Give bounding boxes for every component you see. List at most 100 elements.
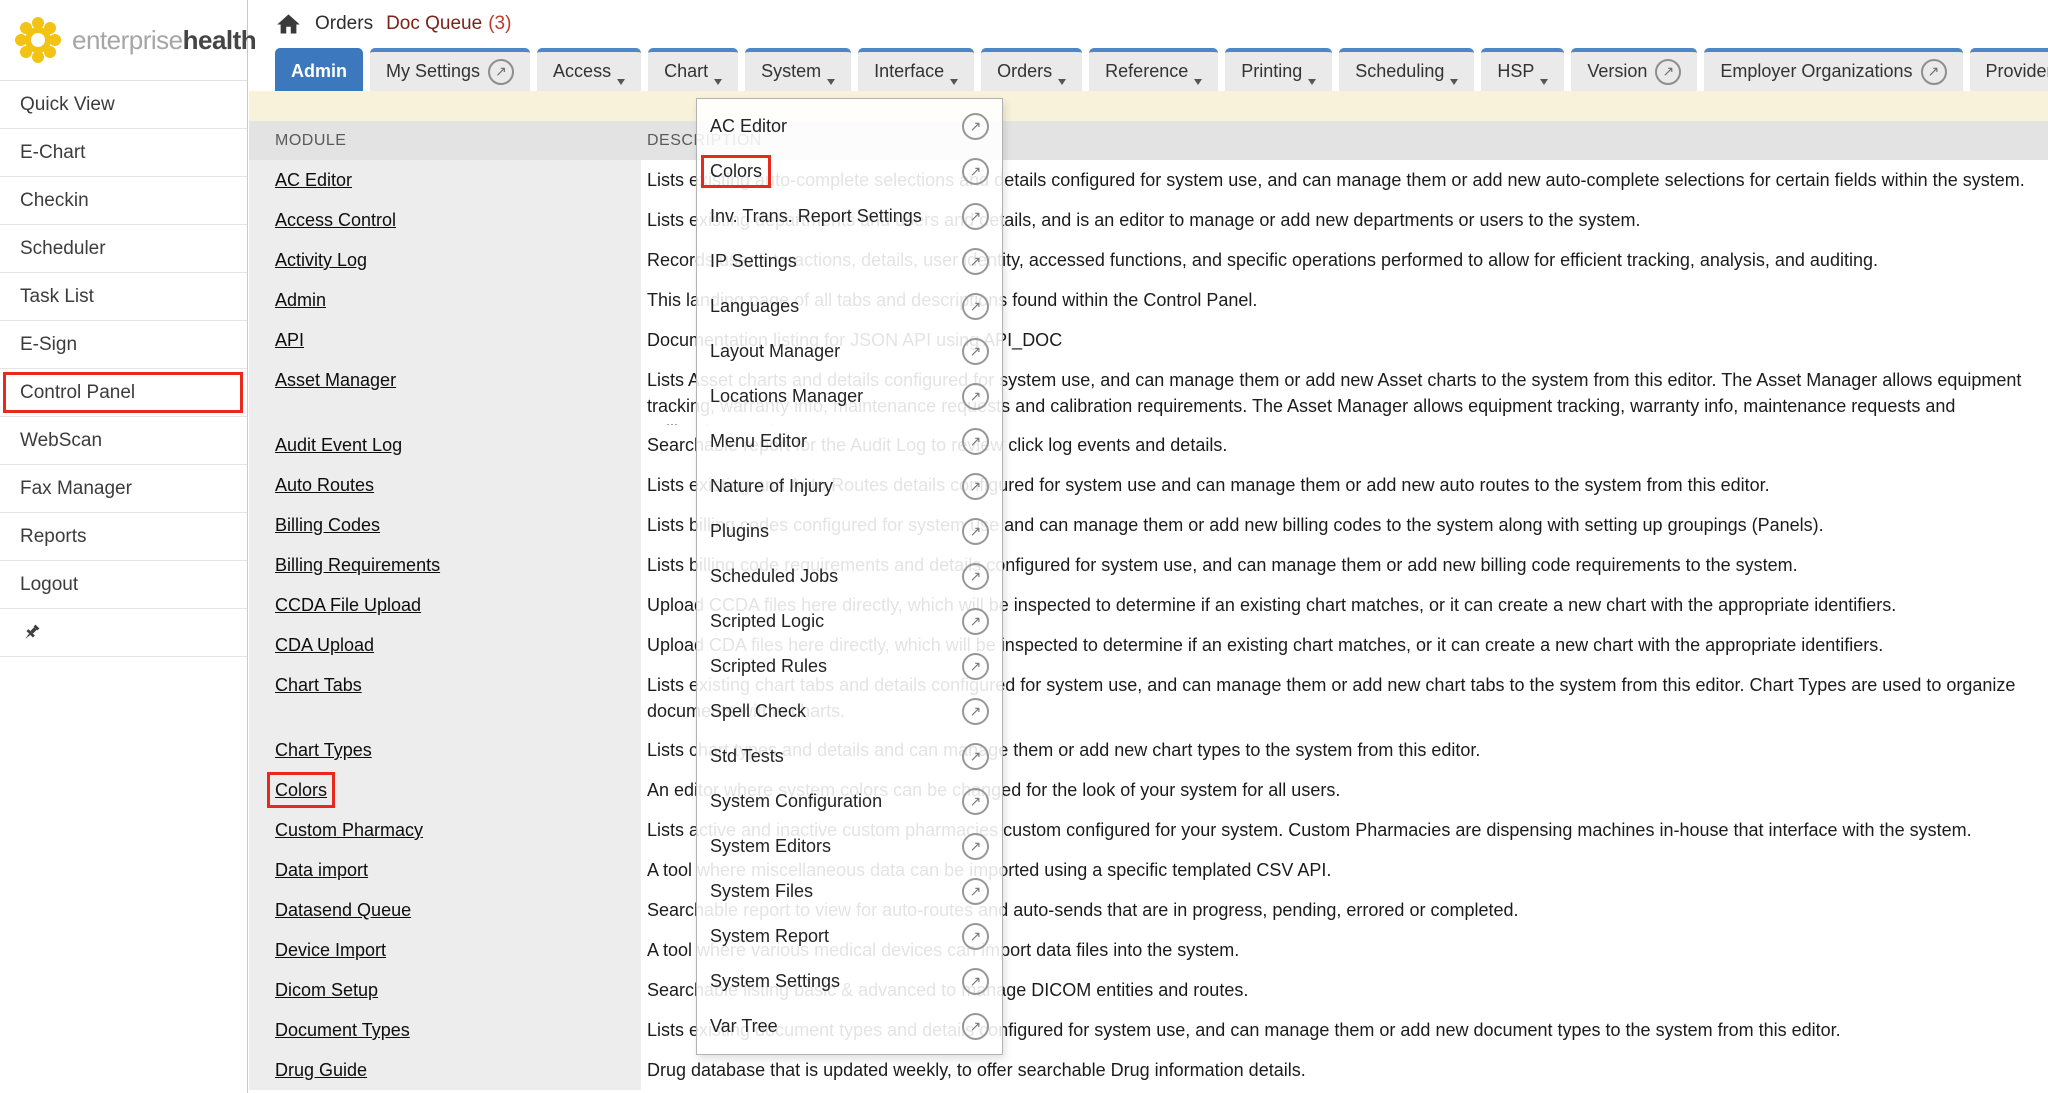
menu-item-system-files[interactable]: System Files ↗ [697,869,1002,914]
menu-item-spell-check[interactable]: Spell Check ↗ [697,689,1002,734]
module-link[interactable]: CCDA File Upload [275,592,421,618]
sidebar-item-scheduler[interactable]: Scheduler [0,225,247,273]
menu-item-scripted-rules[interactable]: Scripted Rules ↗ [697,644,1002,689]
menu-item-system-report[interactable]: System Report ↗ [697,914,1002,959]
external-link-icon[interactable]: ↗ [962,563,989,590]
menu-item-system-settings[interactable]: System Settings ↗ [697,959,1002,1004]
tab-admin[interactable]: Admin ↗ [275,48,363,91]
module-link[interactable]: Drug Guide [275,1057,367,1083]
tab-system[interactable]: System ↗ [745,48,851,91]
menu-item-nature-of-injury[interactable]: Nature of Injury ↗ [697,464,1002,509]
system-dropdown-menu: AC Editor ↗ Colors ↗ Inv. Trans. Report … [696,98,1003,1055]
menu-item-system-editors[interactable]: System Editors ↗ [697,824,1002,869]
sidebar-item-webscan[interactable]: WebScan [0,417,247,465]
module-link[interactable]: Billing Requirements [275,552,440,578]
home-icon[interactable] [275,11,302,38]
menu-item-colors[interactable]: Colors ↗ [697,149,1002,194]
pin-row[interactable] [0,609,247,657]
external-link-icon[interactable]: ↗ [1921,59,1947,85]
menu-item-scheduled-jobs[interactable]: Scheduled Jobs ↗ [697,554,1002,599]
sidebar-item-reports[interactable]: Reports [0,513,247,561]
module-link[interactable]: API [275,327,304,353]
sidebar-item-checkin[interactable]: Checkin [0,177,247,225]
tab-chart[interactable]: Chart ↗ [648,48,738,91]
external-link-icon[interactable]: ↗ [962,788,989,815]
external-link-icon[interactable]: ↗ [962,383,989,410]
tab-my-settings[interactable]: My Settings ↗ [370,48,530,91]
tab-label: System [761,61,821,82]
breadcrumb-item-orders[interactable]: Orders [315,13,373,35]
menu-item-ac-editor[interactable]: AC Editor ↗ [697,104,1002,149]
tab-label: Provider Management [1986,61,2048,82]
module-link[interactable]: Custom Pharmacy [275,817,423,843]
external-link-icon[interactable]: ↗ [962,608,989,635]
module-link[interactable]: Chart Types [275,737,372,763]
breadcrumb-current[interactable]: Doc Queue(3) [386,13,511,35]
external-link-icon[interactable]: ↗ [488,59,514,85]
external-link-icon[interactable]: ↗ [962,428,989,455]
menu-item-menu-editor[interactable]: Menu Editor ↗ [697,419,1002,464]
module-link[interactable]: Chart Tabs [275,672,362,698]
module-link[interactable]: Activity Log [275,247,367,273]
tab-orders[interactable]: Orders ↗ [981,48,1082,91]
menu-item-std-tests[interactable]: Std Tests ↗ [697,734,1002,779]
module-link[interactable]: Document Types [275,1017,410,1043]
tab-provider-management[interactable]: Provider Management ↗ [1970,48,2048,91]
external-link-icon[interactable]: ↗ [962,833,989,860]
external-link-icon[interactable]: ↗ [962,338,989,365]
tab-hsp[interactable]: HSP ↗ [1481,48,1564,91]
module-link[interactable]: AC Editor [275,167,352,193]
module-link[interactable]: Data import [275,857,368,883]
external-link-icon[interactable]: ↗ [962,698,989,725]
menu-item-layout-manager[interactable]: Layout Manager ↗ [697,329,1002,374]
module-link[interactable]: Auto Routes [275,472,374,498]
external-link-icon[interactable]: ↗ [962,653,989,680]
module-link[interactable]: CDA Upload [275,632,374,658]
module-link[interactable]: Audit Event Log [275,432,402,458]
module-link[interactable]: Billing Codes [275,512,380,538]
external-link-icon[interactable]: ↗ [962,743,989,770]
menu-item-languages[interactable]: Languages ↗ [697,284,1002,329]
external-link-icon[interactable]: ↗ [962,968,989,995]
tab-printing[interactable]: Printing ↗ [1225,48,1332,91]
sidebar-item-e-chart[interactable]: E-Chart [0,129,247,177]
menu-item-var-tree[interactable]: Var Tree ↗ [697,1004,1002,1049]
external-link-icon[interactable]: ↗ [962,1013,989,1040]
menu-item-inv-trans-report-settings[interactable]: Inv. Trans. Report Settings ↗ [697,194,1002,239]
module-link[interactable]: Asset Manager [275,367,396,393]
external-link-icon[interactable]: ↗ [962,473,989,500]
module-link[interactable]: Access Control [275,207,396,233]
sidebar-item-task-list[interactable]: Task List [0,273,247,321]
tab-scheduling[interactable]: Scheduling ↗ [1339,48,1474,91]
sidebar-item-e-sign[interactable]: E-Sign [0,321,247,369]
sidebar-item-fax-manager[interactable]: Fax Manager [0,465,247,513]
external-link-icon[interactable]: ↗ [962,203,989,230]
sidebar-item-logout[interactable]: Logout [0,561,247,609]
tab-employer-organizations[interactable]: Employer Organizations ↗ [1704,48,1962,91]
sidebar-item-control-panel[interactable]: Control Panel [0,369,247,417]
tab-interface[interactable]: Interface ↗ [858,48,974,91]
module-link[interactable]: Dicom Setup [275,977,378,1003]
external-link-icon[interactable]: ↗ [962,293,989,320]
menu-item-label: System Editors [710,836,831,857]
module-link[interactable]: Datasend Queue [275,897,411,923]
module-link[interactable]: Admin [275,287,326,313]
module-link[interactable]: Device Import [275,937,386,963]
menu-item-ip-settings[interactable]: IP Settings ↗ [697,239,1002,284]
tab-access[interactable]: Access ↗ [537,48,641,91]
external-link-icon[interactable]: ↗ [962,113,989,140]
external-link-icon[interactable]: ↗ [1655,59,1681,85]
external-link-icon[interactable]: ↗ [962,158,989,185]
menu-item-locations-manager[interactable]: Locations Manager ↗ [697,374,1002,419]
sidebar-item-quick-view[interactable]: Quick View [0,81,247,129]
tab-version[interactable]: Version ↗ [1571,48,1697,91]
external-link-icon[interactable]: ↗ [962,923,989,950]
menu-item-system-configuration[interactable]: System Configuration ↗ [697,779,1002,824]
module-link[interactable]: Colors [275,777,327,803]
external-link-icon[interactable]: ↗ [962,518,989,545]
menu-item-plugins[interactable]: Plugins ↗ [697,509,1002,554]
external-link-icon[interactable]: ↗ [962,878,989,905]
tab-reference[interactable]: Reference ↗ [1089,48,1218,91]
external-link-icon[interactable]: ↗ [962,248,989,275]
menu-item-scripted-logic[interactable]: Scripted Logic ↗ [697,599,1002,644]
